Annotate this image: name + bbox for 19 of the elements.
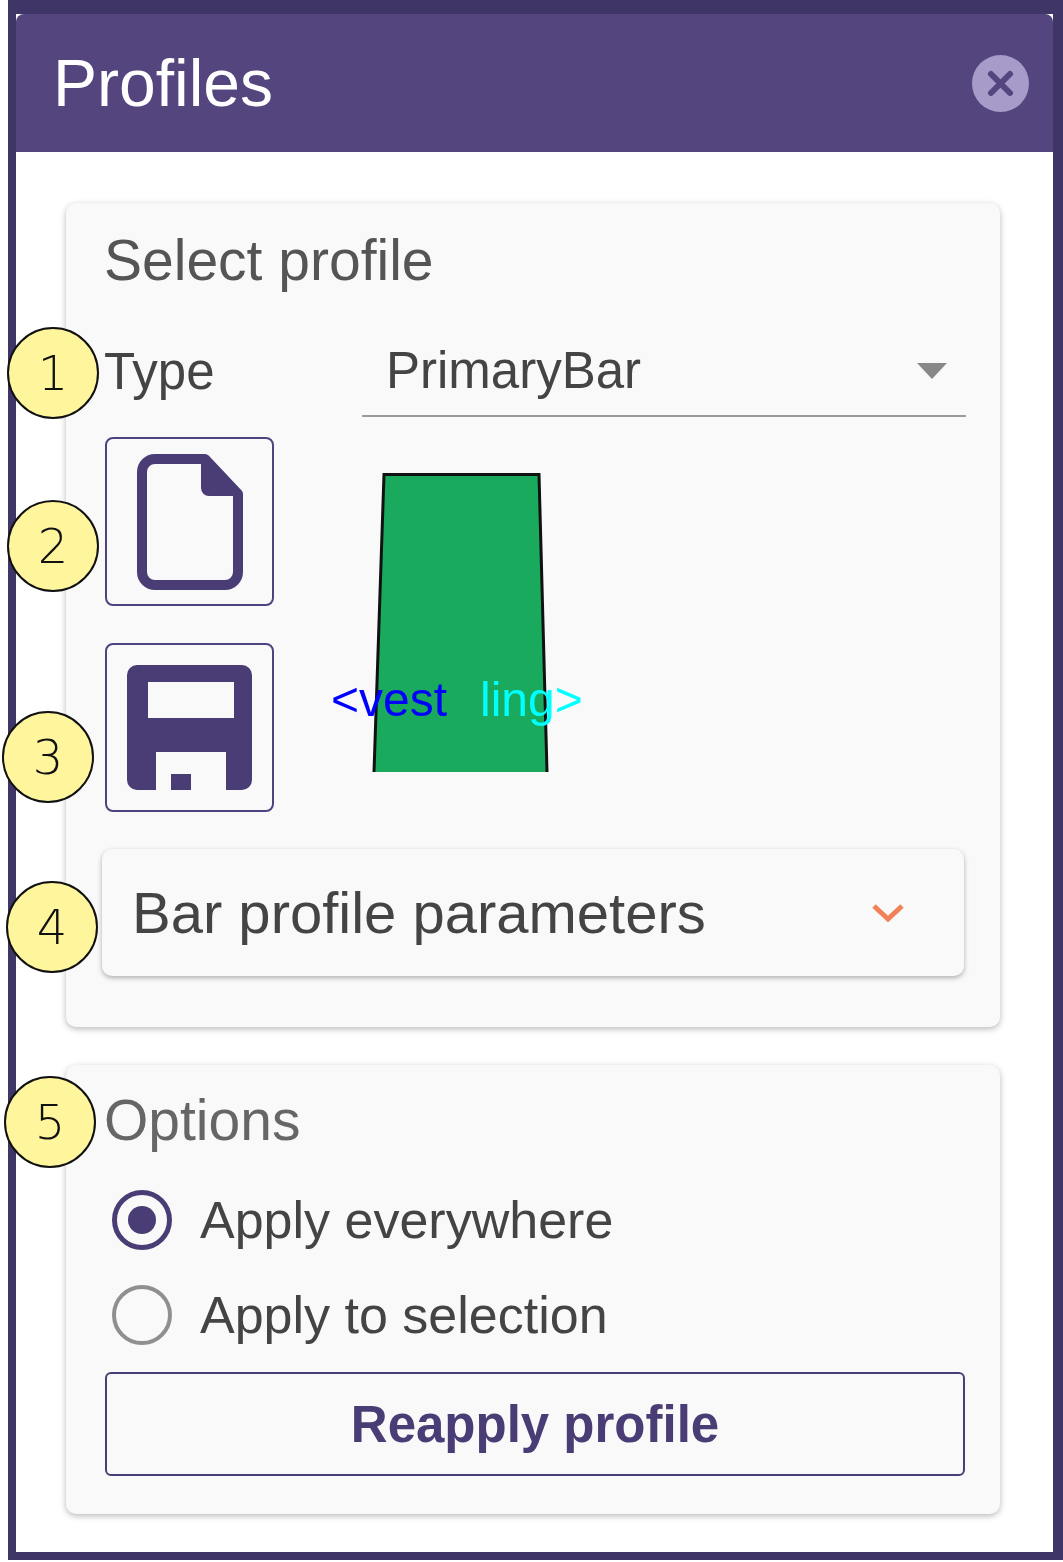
section-title: Options: [104, 1087, 301, 1154]
radio-button[interactable]: [112, 1284, 172, 1345]
section-title: Select profile: [104, 227, 434, 294]
save-button[interactable]: [105, 643, 274, 812]
dropdown-caret-icon: [917, 362, 947, 379]
chevron-down-icon: [871, 903, 905, 922]
close-button[interactable]: [972, 54, 1029, 112]
reapply-profile-button[interactable]: Reapply profile: [105, 1372, 965, 1476]
document-icon: [136, 453, 243, 590]
close-icon: [972, 54, 1029, 112]
new-profile-button[interactable]: [105, 437, 274, 606]
radio-button[interactable]: [112, 1189, 172, 1250]
type-select[interactable]: PrimaryBar: [362, 326, 966, 417]
save-icon: [127, 665, 252, 790]
radio-label[interactable]: Apply everywhere: [200, 1189, 614, 1250]
type-label: Type: [104, 342, 215, 401]
window-title: Profiles: [53, 45, 274, 122]
radio-label[interactable]: Apply to selection: [200, 1284, 608, 1345]
parameters-accordion[interactable]: Bar profile parameters: [102, 849, 964, 976]
